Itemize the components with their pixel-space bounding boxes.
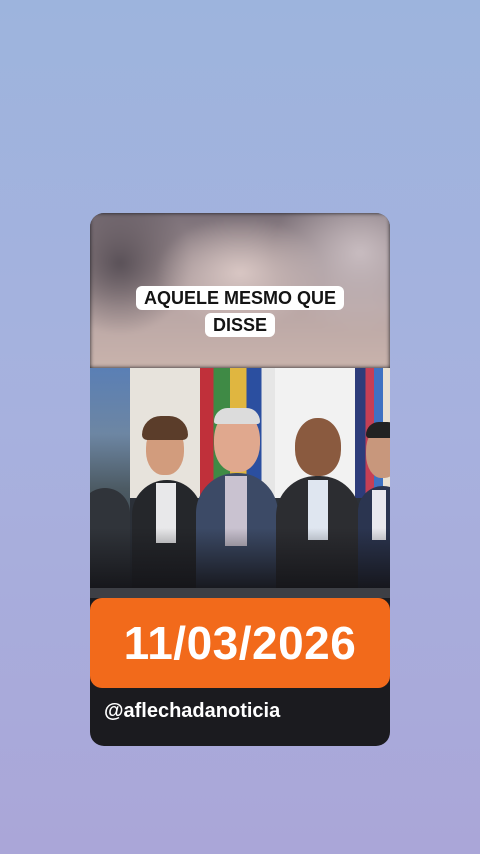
date-text: 11/03/2026 (123, 617, 357, 669)
news-photo (90, 368, 390, 588)
date-banner: 11/03/2026 (90, 598, 390, 688)
photo-shadow (90, 528, 390, 588)
headline-text: AQUELE MESMO QUE DISSE (135, 286, 344, 337)
divider-bar (90, 588, 390, 598)
account-handle[interactable]: @aflechadanoticia (104, 700, 280, 723)
headline-caption: AQUELE MESMO QUE DISSE (120, 285, 360, 339)
story-card[interactable]: AQUELE MESMO QUE DISSE 11/03/2026 @aflec… (90, 213, 390, 746)
